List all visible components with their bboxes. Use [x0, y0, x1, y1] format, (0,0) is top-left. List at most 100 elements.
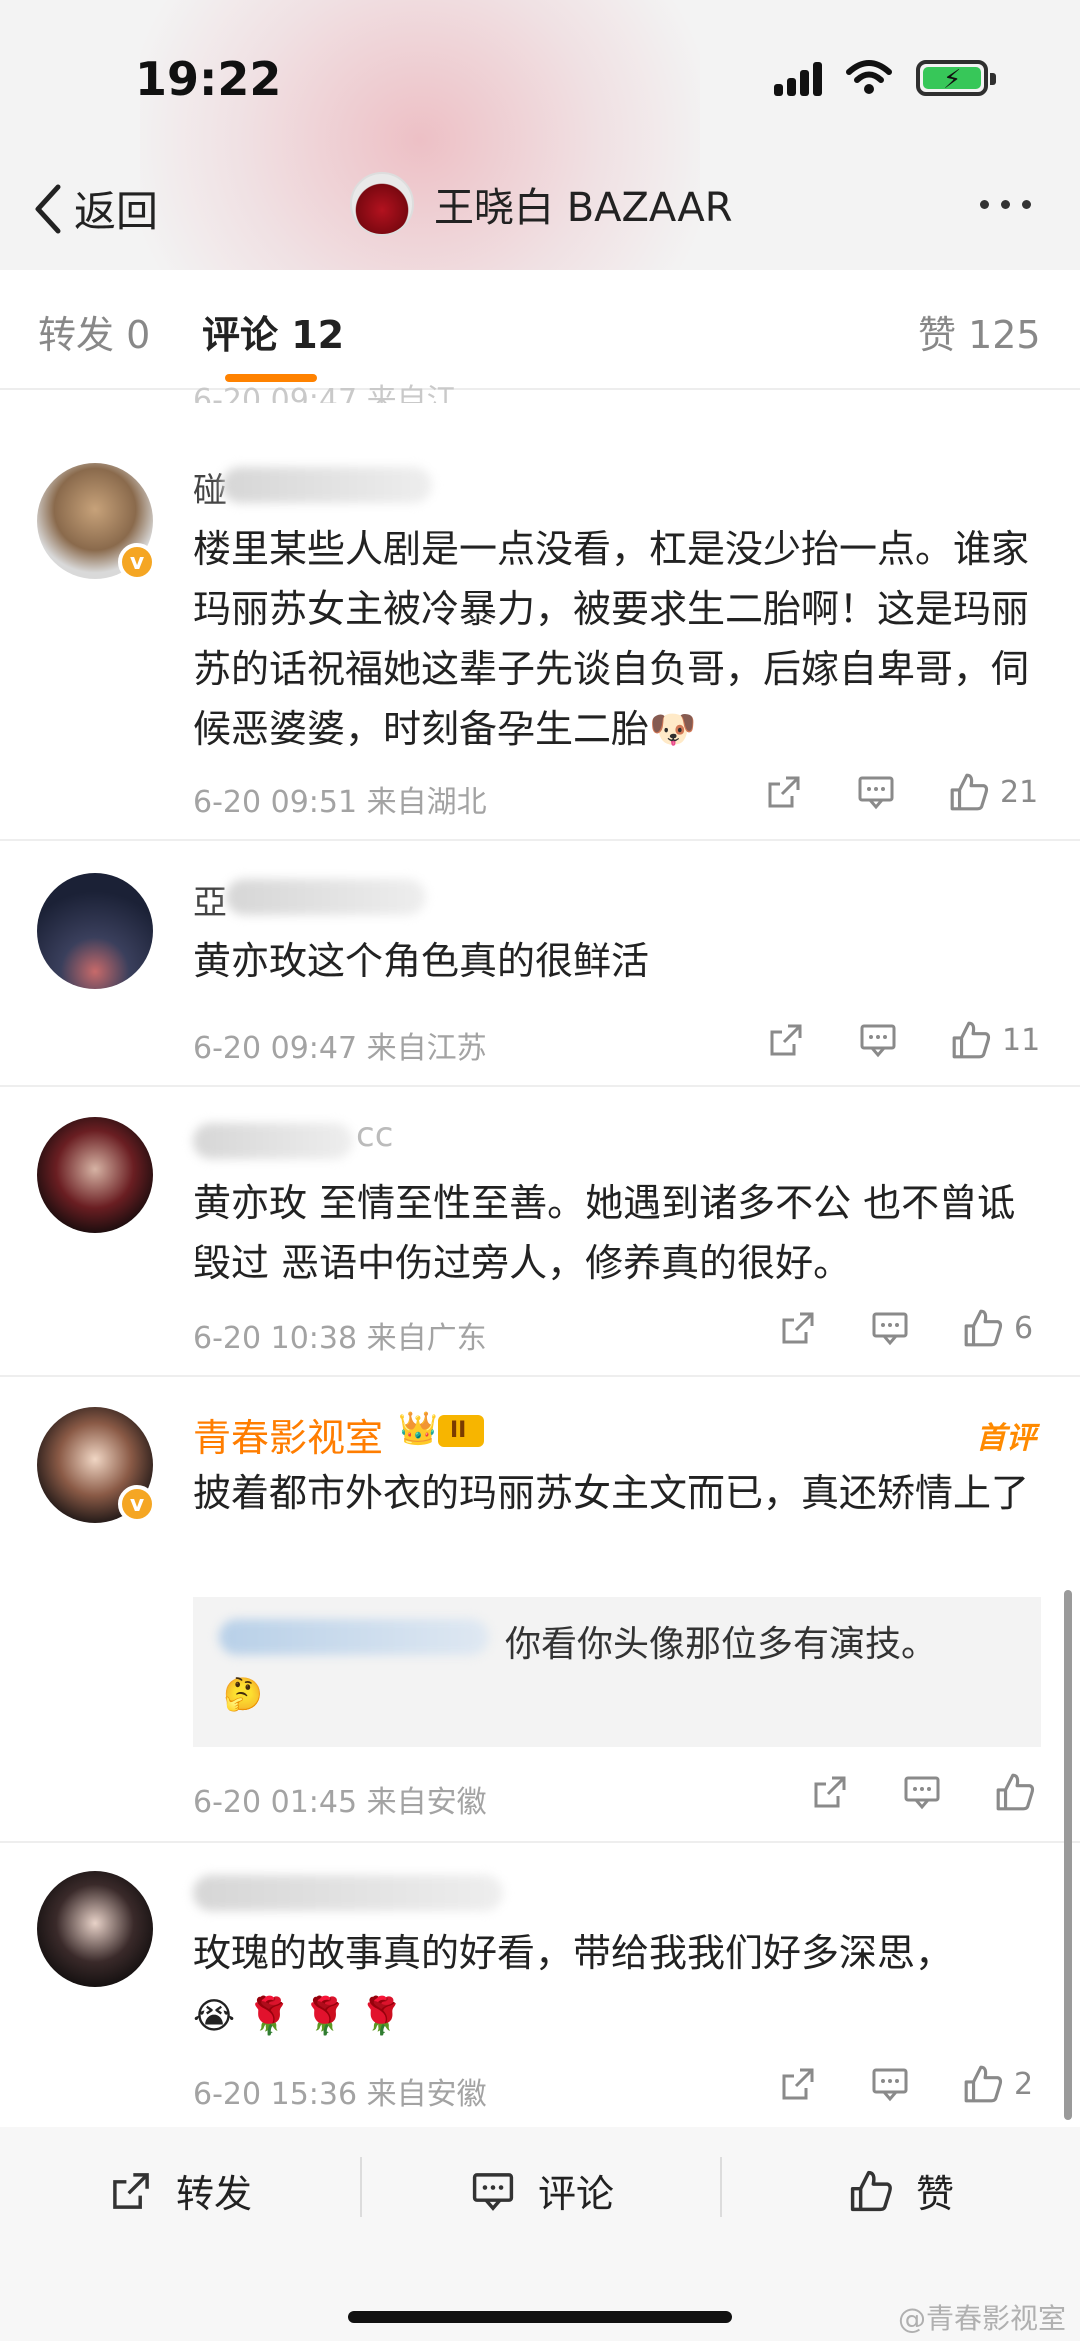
partial-meta: 6-20 09:47 来自江苏 20 — [193, 383, 457, 403]
comment-time: 6-20 01:45 — [193, 1785, 358, 1820]
avatar — [350, 172, 414, 236]
status-time: 19:22 — [135, 52, 282, 106]
first-comment-tag: 首评 — [976, 1421, 1036, 1456]
like-icon — [952, 1021, 991, 1059]
comment-meta: 6-20 10:38 来自广东 — [193, 1313, 487, 1357]
more-icon[interactable] — [980, 200, 1031, 209]
comment-icon[interactable] — [870, 2064, 910, 2104]
comment-meta: 6-20 09:51 来自湖北 — [193, 777, 487, 821]
wifi-icon — [846, 60, 892, 94]
user-name[interactable]: 亞 — [193, 875, 227, 924]
comment-actions: 6 — [778, 1307, 1033, 1349]
share-icon[interactable] — [766, 1020, 806, 1060]
repost-button[interactable]: 转发 — [108, 2163, 252, 2218]
nav-title-group[interactable]: 王晓白 BAZAAR — [350, 172, 733, 236]
like-button[interactable]: 6 — [962, 1307, 1033, 1349]
comment-actions: 11 — [766, 1019, 1040, 1061]
like-label: 赞 — [916, 2172, 955, 2216]
comment-actions: 21 — [764, 771, 1038, 813]
avatar[interactable] — [37, 1871, 153, 1987]
like-button[interactable]: 2 — [962, 2063, 1033, 2105]
reply-box[interactable]: 你看你头像那位多有演技。 🤔 — [193, 1597, 1041, 1747]
comment-location: 来自广东 — [366, 1321, 487, 1356]
comment-time: 6-20 10:38 — [193, 1321, 358, 1356]
comment-meta: 6-20 09:47 来自江苏 — [193, 1023, 487, 1067]
comment-label: 评论 — [538, 2172, 615, 2216]
like-icon — [964, 2065, 1003, 2103]
comment-emojis: 😭 🌹 🌹 🌹 — [193, 1996, 404, 2037]
like-count: 11 — [1002, 1022, 1041, 1058]
comment-meta: 6-20 01:45 来自安徽 — [193, 1777, 487, 1821]
avatar[interactable] — [37, 873, 153, 989]
share-icon[interactable] — [778, 2064, 818, 2104]
share-icon[interactable] — [778, 1308, 818, 1348]
share-icon[interactable] — [764, 772, 804, 812]
name-blur — [193, 1123, 353, 1159]
page-title: 王晓白 BAZAAR — [434, 185, 733, 231]
comment-time: 6-20 09:51 — [193, 785, 358, 820]
reply-text: 你看你头像那位多有演技。 — [505, 1624, 938, 1665]
comment-item: v 青春影视室 👑 II 首评 披着都市外衣的玛丽苏女主文而已，真还矫情上了 你… — [0, 1377, 1080, 1843]
level-badge: II — [438, 1415, 485, 1447]
name-blur — [193, 1875, 503, 1911]
tab-likes[interactable]: 赞 125 — [918, 304, 1041, 359]
comment-location: 来自江苏 — [366, 1031, 487, 1066]
comment-item: 玫瑰的故事真的好看，带给我我们好多深思， 😭 🌹 🌹 🌹 6-20 15:36 … — [0, 1843, 1080, 2127]
reply-emoji: 🤔 — [223, 1675, 263, 1713]
comment-item: 亞 黄亦玫这个角色真的很鲜活 6-20 09:47 来自江苏 11 — [0, 841, 1080, 1087]
comment-location: 来自安徽 — [366, 2077, 487, 2112]
comment-meta: 6-20 15:36 来自安徽 — [193, 2069, 487, 2113]
comment-button[interactable]: 评论 — [470, 2163, 614, 2218]
avatar[interactable] — [37, 1117, 153, 1233]
comment-location: 来自安徽 — [366, 1785, 487, 1820]
comment-icon — [472, 2172, 514, 2211]
comment-icon[interactable] — [856, 772, 896, 812]
like-button[interactable]: 赞 — [848, 2163, 954, 2218]
like-icon — [850, 2170, 892, 2211]
scrollbar[interactable] — [1064, 1590, 1072, 2120]
comment-location: 来自湖北 — [366, 785, 487, 820]
tab-repost[interactable]: 转发 0 — [38, 304, 150, 359]
watermark: @青春影视室 — [897, 2302, 1066, 2335]
like-count: 2 — [1014, 2066, 1034, 2102]
back-button[interactable]: 返回 — [30, 178, 158, 239]
comment-icon[interactable] — [858, 1020, 898, 1060]
like-icon — [950, 773, 989, 811]
repost-label: 转发 — [176, 2172, 253, 2216]
bottom-action-bar: 转发 评论 赞 @青春影视室 — [0, 2127, 1080, 2341]
crown-icon: 👑 — [398, 1409, 438, 1447]
like-icon — [964, 1309, 1003, 1347]
user-name[interactable]: 青春影视室 — [193, 1407, 383, 1462]
comment-icon[interactable] — [870, 1308, 910, 1348]
verified-badge: v — [118, 1485, 156, 1523]
comment-text: 黄亦玫这个角色真的很鲜活 — [193, 939, 650, 983]
signal-icon — [774, 60, 826, 96]
tab-comments[interactable]: 评论 12 — [202, 304, 344, 359]
share-icon[interactable] — [810, 1772, 850, 1812]
comment-time: 6-20 15:36 — [193, 2077, 358, 2112]
comment-actions: 2 — [778, 2063, 1033, 2105]
comment-item: v 碰 楼里某些人剧是一点没看，杠是没少抬一点。谁家玛丽苏女主被冷暴力，被要求生… — [0, 433, 1080, 841]
share-icon — [113, 2172, 149, 2209]
comment-item: cc 黄亦玫 至情至性至善。她遇到诸多不公 也不曾诋毁过 恶语中伤过旁人，修养真… — [0, 1087, 1080, 1377]
like-count: 21 — [1000, 774, 1039, 810]
like-button[interactable]: 21 — [948, 771, 1038, 813]
back-chevron-icon — [35, 184, 61, 233]
divider — [360, 2157, 362, 2217]
user-name[interactable]: cc — [356, 1115, 393, 1155]
name-blur — [226, 879, 426, 915]
like-button[interactable]: 11 — [950, 1019, 1040, 1061]
like-button[interactable] — [994, 1771, 1046, 1813]
battery-icon: ⚡ — [916, 60, 996, 96]
home-indicator[interactable] — [348, 2311, 732, 2323]
comment-text: 披着都市外衣的玛丽苏女主文而已，真还矫情上了 — [193, 1471, 1030, 1515]
divider — [720, 2157, 722, 2217]
name-blur — [222, 467, 432, 503]
like-count: 6 — [1014, 1310, 1034, 1346]
comment-text: 黄亦玫 至情至性至善。她遇到诸多不公 也不曾诋毁过 恶语中伤过旁人，修养真的很好… — [193, 1181, 1016, 1285]
comment-icon[interactable] — [902, 1772, 942, 1812]
comment-text: 楼里某些人剧是一点没看，杠是没少抬一点。谁家玛丽苏女主被冷暴力，被要求生二胎啊！… — [193, 527, 1030, 751]
comment-actions — [810, 1771, 1046, 1813]
header: 19:22 ⚡ 返回 王晓白 BAZAAR — [0, 0, 1080, 270]
tab-bar: 转发 0 评论 12 赞 125 — [0, 270, 1080, 390]
